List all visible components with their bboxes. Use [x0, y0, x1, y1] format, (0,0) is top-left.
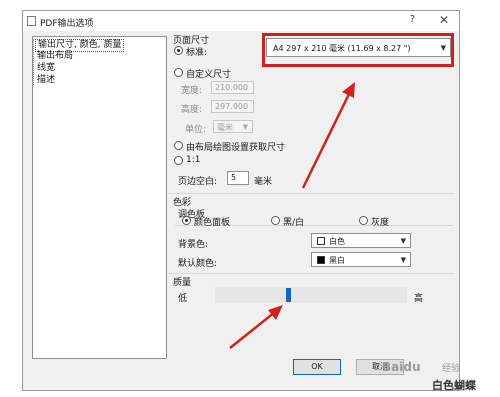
- site-watermark: 经验: [442, 364, 461, 374]
- account-watermark: 白色蝴蝶: [432, 379, 476, 392]
- baidu-watermark: Baidu: [382, 360, 421, 374]
- arrow-to-quality-slider: [229, 305, 283, 349]
- arrow-to-standard-size: [301, 82, 355, 189]
- annotation-arrows: [229, 82, 355, 349]
